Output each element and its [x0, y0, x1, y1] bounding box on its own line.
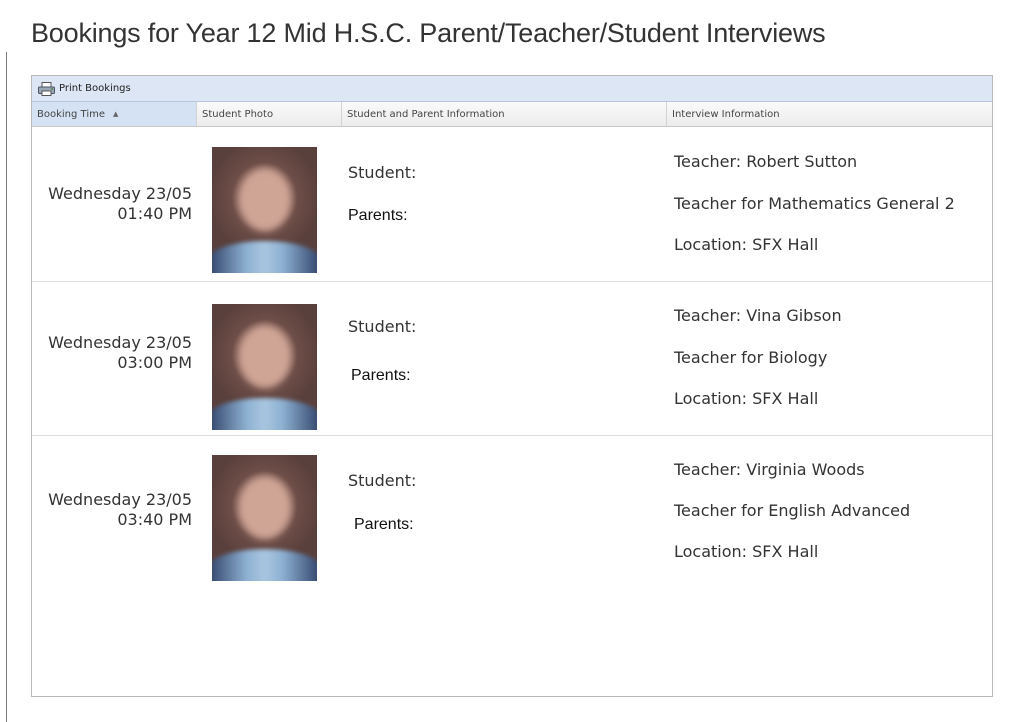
teacher-name: Teacher: Robert Sutton [674, 152, 858, 171]
booking-time: Wednesday 23/05 03:40 PM [42, 490, 192, 530]
parents-label: Parents: [348, 207, 408, 224]
left-page-rule [6, 52, 7, 722]
interview-location: Location: SFX Hall [674, 542, 819, 561]
column-header-label: Student and Parent Information [347, 108, 505, 120]
teacher-subject: Teacher for Mathematics General 2 [674, 194, 955, 213]
student-label: Student: [348, 317, 417, 336]
student-photo [212, 147, 317, 273]
bookings-grid: Print Bookings Booking Time ▲ Student Ph… [31, 75, 993, 697]
interview-location: Location: SFX Hall [674, 235, 819, 254]
booking-day: Wednesday 23/05 [48, 184, 192, 203]
column-header-booking-time[interactable]: Booking Time ▲ [32, 102, 197, 126]
booking-row: Wednesday 23/05 03:00 PM Student: Parent… [32, 282, 992, 436]
column-header-row: Booking Time ▲ Student Photo Student and… [32, 102, 992, 127]
student-label: Student: [348, 163, 417, 182]
column-header-label: Student Photo [202, 108, 274, 120]
sort-ascending-icon: ▲ [113, 110, 119, 118]
booking-clock-time: 01:40 PM [117, 204, 192, 223]
student-photo [212, 455, 317, 581]
booking-row: Wednesday 23/05 01:40 PM Student: Parent… [32, 127, 992, 282]
teacher-subject: Teacher for Biology [674, 348, 828, 367]
column-header-label: Interview Information [672, 108, 780, 120]
booking-time: Wednesday 23/05 01:40 PM [42, 184, 192, 224]
teacher-name: Teacher: Virginia Woods [674, 460, 865, 479]
print-bookings-button[interactable]: Print Bookings [32, 76, 992, 102]
page-title: Bookings for Year 12 Mid H.S.C. Parent/T… [31, 18, 826, 48]
booking-clock-time: 03:00 PM [117, 353, 192, 372]
column-header-interview-info[interactable]: Interview Information [667, 102, 992, 126]
column-header-student-photo[interactable]: Student Photo [197, 102, 342, 126]
booking-time: Wednesday 23/05 03:00 PM [42, 333, 192, 373]
teacher-subject: Teacher for English Advanced [674, 501, 911, 520]
column-header-student-parent-info[interactable]: Student and Parent Information [342, 102, 667, 126]
interview-location: Location: SFX Hall [674, 389, 819, 408]
student-label: Student: [348, 471, 417, 490]
printer-icon [38, 81, 55, 96]
booking-row: Wednesday 23/05 03:40 PM Student: Parent… [32, 436, 992, 694]
print-bookings-label: Print Bookings [59, 83, 131, 94]
booking-day: Wednesday 23/05 [48, 490, 192, 509]
parents-label: Parents: [351, 367, 411, 384]
student-photo [212, 304, 317, 430]
booking-clock-time: 03:40 PM [117, 510, 192, 529]
column-header-label: Booking Time [37, 108, 106, 120]
teacher-name: Teacher: Vina Gibson [674, 306, 842, 325]
parents-label: Parents: [354, 516, 414, 533]
booking-day: Wednesday 23/05 [48, 333, 192, 352]
